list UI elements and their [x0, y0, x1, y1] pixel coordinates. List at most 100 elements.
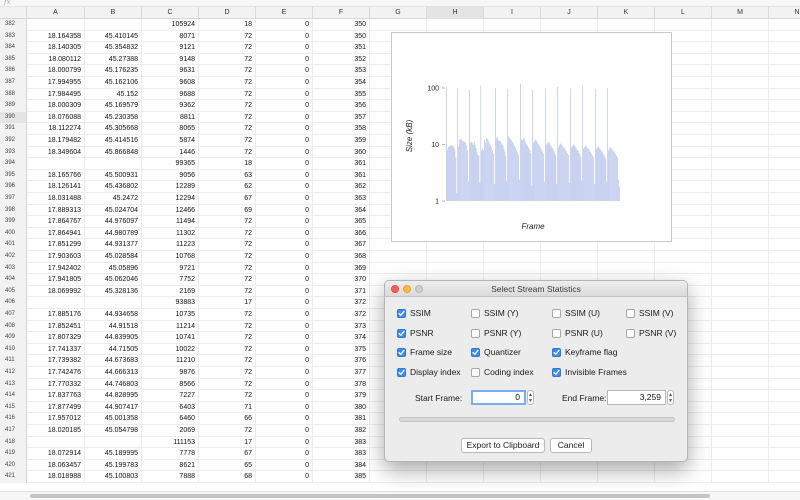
table-cell[interactable] [598, 19, 655, 31]
table-cell[interactable] [769, 135, 800, 147]
table-cell[interactable]: 371 [313, 285, 370, 298]
table-cell[interactable] [712, 227, 769, 240]
table-cell[interactable]: 72 [199, 100, 256, 112]
table-cell[interactable]: 367 [313, 239, 370, 251]
row-number[interactable]: 411 [0, 355, 27, 367]
table-cell[interactable]: 17.864941 [27, 227, 85, 240]
table-cell[interactable] [769, 170, 800, 182]
corner-cell[interactable] [0, 7, 27, 19]
table-cell[interactable]: 18.031488 [27, 193, 85, 205]
table-cell[interactable]: 17.942402 [27, 262, 85, 275]
table-cell[interactable]: 0 [256, 355, 313, 367]
table-cell[interactable]: 45.410145 [85, 30, 142, 43]
table-cell[interactable] [484, 251, 541, 263]
table-cell[interactable]: 17.889313 [27, 204, 85, 217]
table-cell[interactable] [769, 65, 800, 77]
dialog-titlebar[interactable]: Select Stream Statistics [385, 281, 687, 297]
table-cell[interactable]: 18.349604 [27, 146, 85, 159]
row-number[interactable]: 394 [0, 158, 27, 170]
table-cell[interactable]: 6460 [142, 413, 199, 425]
table-cell[interactable]: 0 [256, 216, 313, 228]
table-cell[interactable]: 0 [256, 65, 313, 77]
table-cell[interactable]: 45.024704 [85, 204, 142, 217]
table-cell[interactable]: 11214 [142, 320, 199, 333]
table-cell[interactable]: 72 [199, 425, 256, 437]
table-cell[interactable] [712, 135, 769, 147]
table-cell[interactable]: 45.305668 [85, 123, 142, 135]
table-cell[interactable]: 385 [313, 471, 370, 483]
start-frame-field[interactable]: 0 [471, 390, 526, 405]
table-cell[interactable] [427, 471, 484, 483]
row-number[interactable]: 385 [0, 53, 27, 66]
row-number[interactable]: 383 [0, 30, 27, 43]
table-cell[interactable]: 45.189995 [85, 448, 142, 460]
checkbox-frame-size[interactable]: Frame size [397, 346, 452, 358]
table-cell[interactable] [769, 193, 800, 205]
table-cell[interactable] [712, 285, 769, 298]
table-cell[interactable]: 72 [199, 378, 256, 391]
table-cell[interactable]: 12289 [142, 181, 199, 193]
table-cell[interactable] [769, 297, 800, 309]
table-cell[interactable]: 9362 [142, 100, 199, 112]
table-cell[interactable]: 0 [256, 88, 313, 101]
table-cell[interactable]: 383 [313, 436, 370, 449]
table-cell[interactable] [769, 355, 800, 367]
table-cell[interactable]: 17.941805 [27, 274, 85, 286]
table-cell[interactable]: 0 [256, 123, 313, 135]
row-number[interactable]: 390 [0, 111, 27, 124]
column-header-c[interactable]: C [142, 7, 199, 19]
row-number[interactable]: 420 [0, 459, 27, 472]
table-cell[interactable]: 5874 [142, 135, 199, 147]
row-number[interactable]: 382 [0, 19, 27, 31]
table-cell[interactable] [769, 413, 800, 425]
table-cell[interactable]: 372 [313, 309, 370, 321]
table-cell[interactable]: 62 [199, 181, 256, 193]
table-cell[interactable]: 17.903603 [27, 251, 85, 263]
table-cell[interactable] [769, 448, 800, 460]
table-cell[interactable]: 72 [199, 390, 256, 402]
table-cell[interactable] [712, 332, 769, 344]
row-number[interactable]: 399 [0, 216, 27, 228]
table-cell[interactable]: 72 [199, 146, 256, 159]
table-cell[interactable]: 9721 [142, 262, 199, 275]
row-number[interactable]: 415 [0, 401, 27, 414]
table-cell[interactable]: 373 [313, 320, 370, 333]
table-cell[interactable] [769, 181, 800, 193]
table-cell[interactable] [712, 111, 769, 124]
table-cell[interactable]: 10735 [142, 309, 199, 321]
table-cell[interactable]: 45.062046 [85, 274, 142, 286]
table-cell[interactable]: 72 [199, 239, 256, 251]
table-cell[interactable]: 67 [199, 193, 256, 205]
table-cell[interactable]: 44.673683 [85, 355, 142, 367]
table-cell[interactable]: 99365 [142, 158, 199, 170]
row-number[interactable]: 402 [0, 251, 27, 263]
column-header-l[interactable]: L [655, 7, 712, 19]
table-cell[interactable]: 72 [199, 332, 256, 344]
table-cell[interactable]: 7778 [142, 448, 199, 460]
table-cell[interactable]: 0 [256, 309, 313, 321]
row-number[interactable]: 392 [0, 135, 27, 147]
table-cell[interactable]: 8811 [142, 111, 199, 124]
table-cell[interactable]: 0 [256, 262, 313, 275]
table-cell[interactable] [769, 425, 800, 437]
column-header-e[interactable]: E [256, 7, 313, 19]
column-header-i[interactable]: I [484, 7, 541, 19]
row-number[interactable]: 412 [0, 367, 27, 379]
table-cell[interactable]: 45.328136 [85, 285, 142, 298]
table-cell[interactable] [769, 402, 800, 414]
empty-checkbox-icon[interactable] [552, 308, 561, 318]
column-header-k[interactable]: K [598, 7, 655, 19]
table-cell[interactable] [85, 158, 142, 170]
table-cell[interactable]: 380 [313, 401, 370, 414]
table-cell[interactable]: 0 [256, 285, 313, 298]
table-cell[interactable]: 18.140305 [27, 42, 85, 54]
table-cell[interactable] [769, 147, 800, 159]
table-cell[interactable]: 72 [199, 111, 256, 124]
table-cell[interactable]: 45.054798 [85, 425, 142, 437]
table-cell[interactable]: 105924 [142, 19, 199, 31]
table-cell[interactable] [655, 251, 712, 263]
table-cell[interactable] [712, 239, 769, 251]
table-cell[interactable]: 379 [313, 390, 370, 402]
row-number[interactable]: 384 [0, 42, 27, 54]
table-cell[interactable]: 9688 [142, 88, 199, 101]
